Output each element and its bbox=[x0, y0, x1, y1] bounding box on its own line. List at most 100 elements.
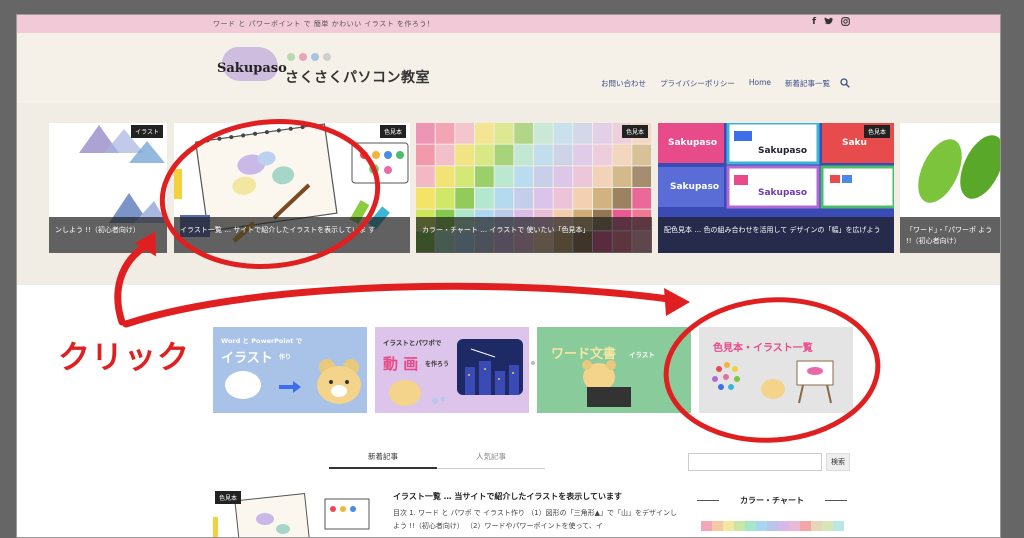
bear-illustration bbox=[225, 359, 361, 404]
color-cell bbox=[455, 144, 474, 166]
color-cell bbox=[612, 188, 632, 209]
color-cell bbox=[416, 123, 435, 144]
color-cell bbox=[534, 188, 553, 209]
banner-illustration-making[interactable]: Word と PowerPoint で イラスト 作り bbox=[213, 327, 367, 413]
color-swatch bbox=[745, 521, 756, 531]
slide-caption: イラスト一覧 … サイトで紹介したイラストを表示していま す bbox=[174, 217, 410, 253]
color-cell bbox=[534, 144, 553, 166]
logo-dot bbox=[299, 53, 307, 61]
post-tabs: 新着記事 人気記事 bbox=[329, 449, 545, 469]
color-swatch bbox=[701, 521, 712, 531]
sidebar-search-button[interactable]: 検索 bbox=[826, 453, 850, 471]
instagram-icon[interactable] bbox=[841, 17, 850, 29]
color-cell bbox=[416, 144, 435, 166]
svg-text:Saku: Saku bbox=[842, 138, 867, 148]
search-icon[interactable] bbox=[840, 78, 850, 91]
color-cell bbox=[573, 123, 592, 144]
color-cell bbox=[553, 166, 573, 187]
widget-title: カラー・チャート bbox=[697, 495, 847, 506]
color-cell bbox=[632, 144, 651, 166]
color-cell bbox=[475, 123, 494, 144]
color-cell bbox=[593, 188, 612, 209]
nav-item-new-posts[interactable]: 新着記事一覧 bbox=[785, 78, 830, 91]
color-cell bbox=[475, 188, 494, 209]
color-cell bbox=[553, 144, 573, 166]
nav-item-privacy[interactable]: プライバシーポリシー bbox=[660, 78, 735, 91]
color-cell bbox=[553, 123, 573, 144]
svg-text:Sakupaso: Sakupaso bbox=[758, 188, 807, 198]
top-bar: ワード と パワーポイント で 簡単 かわいい イラスト を作ろう！ f bbox=[17, 15, 1000, 33]
color-cell bbox=[494, 188, 514, 209]
color-cell bbox=[475, 166, 494, 187]
color-swatch bbox=[778, 521, 789, 531]
browser-page: ワード と パワーポイント で 簡単 かわいい イラスト を作ろう！ f Sak… bbox=[16, 14, 1001, 538]
banner-color-chart-list[interactable]: 色見本・イラスト一覧 bbox=[699, 327, 853, 413]
click-annotation-label: クリック bbox=[58, 338, 191, 376]
color-cell bbox=[612, 144, 632, 166]
slide-category-badge: 色見本 bbox=[621, 125, 648, 138]
color-cell bbox=[632, 188, 651, 209]
featured-slider: イラスト ンしよう !!（初心者向け） 色見本 イラスト一覧 … サイトで紹介し… bbox=[17, 103, 1000, 365]
nav-item-contact[interactable]: お問い合わせ bbox=[601, 78, 646, 91]
color-cell bbox=[573, 188, 592, 209]
color-cell bbox=[455, 123, 474, 144]
color-cell bbox=[593, 123, 612, 144]
slide-category-badge: 色見本 bbox=[863, 125, 890, 138]
banner-word-document[interactable]: ワード文書 イラスト bbox=[537, 327, 691, 413]
slide-color-chart[interactable]: 色見本 カラー・チャート … イラストで 使いたい「色見本」 bbox=[416, 123, 652, 253]
color-cell bbox=[494, 123, 514, 144]
color-swatch bbox=[734, 521, 745, 531]
logo-dot bbox=[287, 53, 295, 61]
color-cell bbox=[475, 144, 494, 166]
color-swatch bbox=[789, 521, 800, 531]
color-cell bbox=[534, 123, 553, 144]
color-cell bbox=[553, 188, 573, 209]
facebook-icon[interactable]: f bbox=[812, 17, 816, 29]
slide-caption: 配色見本 … 色の組み合わせを活用して デザインの「幅」を広げよう bbox=[658, 217, 894, 253]
post-item[interactable]: 色見本 イラスト一覧 … 当サイトで紹介したイラストを表示しています 目次 1.… bbox=[213, 489, 713, 537]
color-cell bbox=[593, 166, 612, 187]
site-logo[interactable]: Sakupaso bbox=[217, 61, 287, 76]
color-cell bbox=[612, 166, 632, 187]
night-city-illustration bbox=[389, 339, 523, 406]
post-title[interactable]: イラスト一覧 … 当サイトで紹介したイラストを表示しています bbox=[393, 491, 622, 502]
banner-cards: Word と PowerPoint で イラスト 作り イラストとパワポで 動 … bbox=[213, 327, 853, 413]
banner-video-making[interactable]: イラストとパワポで 動 画 を作ろう bbox=[375, 327, 529, 413]
site-title[interactable]: さくさくパソコン教室 bbox=[285, 67, 430, 87]
main-nav: お問い合わせ プライバシーポリシー Home 新着記事一覧 bbox=[601, 78, 850, 91]
color-cell bbox=[593, 144, 612, 166]
color-cell bbox=[435, 144, 455, 166]
slide-mountains[interactable]: イラスト ンしよう !!（初心者向け） bbox=[49, 123, 167, 253]
color-cell bbox=[416, 188, 435, 209]
post-category-badge: 色見本 bbox=[215, 491, 242, 504]
color-cell bbox=[514, 188, 533, 209]
color-cell bbox=[416, 166, 435, 187]
slide-category-badge: 色見本 bbox=[379, 125, 406, 138]
color-cell bbox=[573, 166, 592, 187]
tab-popular-posts[interactable]: 人気記事 bbox=[437, 449, 545, 469]
color-cell bbox=[514, 123, 533, 144]
tab-new-posts[interactable]: 新着記事 bbox=[329, 449, 437, 469]
logo-dot bbox=[323, 53, 331, 61]
svg-text:Sakupaso: Sakupaso bbox=[758, 146, 807, 156]
nav-item-home[interactable]: Home bbox=[749, 78, 771, 91]
post-thumbnail[interactable]: 色見本 bbox=[213, 489, 371, 537]
screenshot-frame: ワード と パワーポイント で 簡単 かわいい イラスト を作ろう！ f Sak… bbox=[0, 0, 1024, 538]
slide-color-scheme[interactable]: Sakupaso Sakupaso Sakupaso Sakupaso Saku… bbox=[658, 123, 894, 253]
color-swatch bbox=[756, 521, 767, 531]
logo-dots bbox=[287, 53, 331, 61]
color-cell bbox=[455, 188, 474, 209]
color-cell bbox=[514, 144, 533, 166]
color-chart-swatches bbox=[701, 521, 844, 531]
post-excerpt: 目次 1. ワード と パワポ で イラスト作り （1）図形の「三角形▲」で「山… bbox=[393, 509, 677, 530]
color-cell bbox=[534, 166, 553, 187]
color-swatch bbox=[800, 521, 811, 531]
color-swatch bbox=[822, 521, 833, 531]
palette-easel-illustration bbox=[712, 360, 834, 404]
slide-leaves[interactable]: 「ワード」・「パワーポ よう !!（初心者向け） bbox=[900, 123, 1000, 253]
slide-illustration-list[interactable]: 色見本 イラスト一覧 … サイトで紹介したイラストを表示していま す bbox=[174, 123, 410, 253]
color-swatch bbox=[811, 521, 822, 531]
sidebar-search-input[interactable] bbox=[688, 453, 822, 471]
color-swatch bbox=[767, 521, 778, 531]
twitter-icon[interactable] bbox=[824, 17, 833, 29]
